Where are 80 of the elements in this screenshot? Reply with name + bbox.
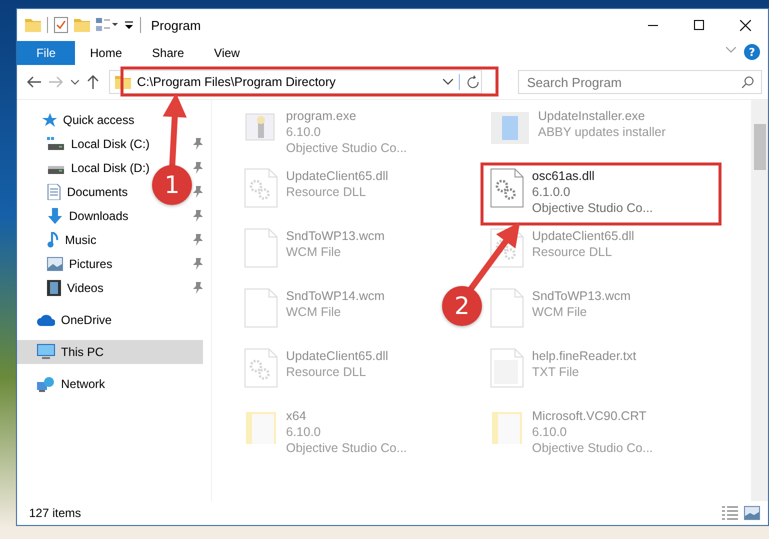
list-view-icon: [96, 17, 118, 33]
network-icon: [37, 376, 55, 392]
chevron-down-icon[interactable]: [443, 79, 453, 85]
pin-icon[interactable]: [193, 258, 203, 270]
new-folder-icon: [74, 18, 90, 32]
document-icon: [47, 184, 61, 200]
pin-icon[interactable]: [193, 210, 203, 222]
maximize-icon: [694, 20, 704, 30]
pin-icon[interactable]: [193, 282, 203, 294]
file-detail: 6.1.0.0: [532, 184, 572, 200]
monitor-icon: [37, 344, 55, 360]
sidebar-item[interactable]: Downloads: [17, 204, 128, 228]
pin-icon[interactable]: [193, 138, 203, 150]
pin-icon[interactable]: [193, 186, 203, 198]
blank-file-icon: [244, 288, 278, 328]
folder-icon: [25, 18, 41, 32]
address-bar[interactable]: C:\Program Files\Program Directory: [109, 70, 482, 94]
gear-file-icon: [244, 168, 278, 208]
file-detail: Objective Studio Co...: [286, 440, 407, 456]
details-view-icon: [722, 506, 738, 520]
sidebar-item[interactable]: Pictures: [17, 252, 112, 276]
picture-icon: [47, 257, 63, 271]
ribbon-tab[interactable]: Share: [137, 41, 200, 65]
pin-icon[interactable]: [193, 162, 203, 174]
star-icon: [41, 112, 57, 128]
sidebar-item[interactable]: Network: [17, 372, 106, 396]
file-detail: ABBY updates installer: [538, 124, 666, 140]
sidebar-item[interactable]: This PC: [17, 340, 203, 364]
scrollbar-thumb[interactable]: [754, 124, 766, 170]
sidebar-item[interactable]: Music: [17, 228, 96, 252]
sidebar-item[interactable]: Documents: [17, 180, 128, 204]
blank-file-icon: [490, 288, 524, 328]
file-detail: Resource DLL: [286, 184, 367, 200]
pin-icon[interactable]: [193, 234, 203, 246]
blank-file-icon: [244, 228, 278, 268]
dropdown-caret-icon: [124, 20, 134, 30]
search-field[interactable]: Search Program: [518, 70, 762, 94]
annotation-arrow: [468, 222, 520, 292]
file-detail: Resource DLL: [286, 364, 367, 380]
ribbon-tab[interactable]: View: [199, 41, 255, 65]
sidebar-item[interactable]: Local Disk (D:): [17, 156, 150, 180]
item-count: 127 items: [29, 506, 82, 520]
minimize-icon: [648, 24, 658, 26]
download-arrow-icon: [47, 208, 63, 224]
ribbon-tab[interactable]: File: [17, 41, 75, 65]
file-detail: TXT File: [532, 364, 580, 380]
search-icon: [742, 76, 754, 88]
file-detail: Objective Studio Co...: [532, 440, 653, 456]
music-note-icon: [47, 232, 59, 248]
up-button[interactable]: [85, 73, 101, 91]
file-detail: Objective Studio Co...: [532, 200, 653, 216]
expand-ribbon-icon[interactable]: [726, 47, 736, 53]
properties-check-icon: [54, 17, 68, 33]
file-detail: Resource DLL: [532, 244, 613, 260]
sidebar-item[interactable]: OneDrive: [17, 308, 112, 332]
sidebar-item[interactable]: Videos: [17, 276, 104, 300]
file-detail: 6.10.0: [286, 424, 322, 440]
file-detail: 6.10.0: [286, 124, 322, 140]
close-icon: [740, 20, 750, 30]
file-detail: WCM File: [532, 304, 588, 320]
film-icon: [47, 280, 61, 296]
ribbon-tab[interactable]: Home: [75, 41, 138, 65]
recent-locations-button[interactable]: [69, 78, 81, 86]
help-button[interactable]: ?: [744, 44, 760, 60]
sidebar-item[interactable]: Quick access: [17, 108, 134, 132]
file-detail: Objective Studio Co...: [286, 140, 407, 156]
sidebar-item[interactable]: Local Disk (C:): [17, 132, 150, 156]
text-file-icon: [490, 348, 524, 388]
back-button[interactable]: [25, 74, 43, 90]
window-title: Program: [151, 18, 201, 32]
file-detail: WCM File: [286, 244, 342, 260]
file-detail: WCM File: [286, 304, 342, 320]
cloud-icon: [37, 314, 55, 326]
large-icons-view-icon: [744, 506, 760, 520]
drive-icon: [47, 137, 65, 151]
file-detail: 6.10.0: [532, 424, 568, 440]
refresh-icon[interactable]: [459, 74, 481, 90]
gear-file-icon: [490, 168, 524, 208]
file-name[interactable]: osc61as.dll: [532, 168, 653, 184]
gear-file-icon: [244, 348, 278, 388]
